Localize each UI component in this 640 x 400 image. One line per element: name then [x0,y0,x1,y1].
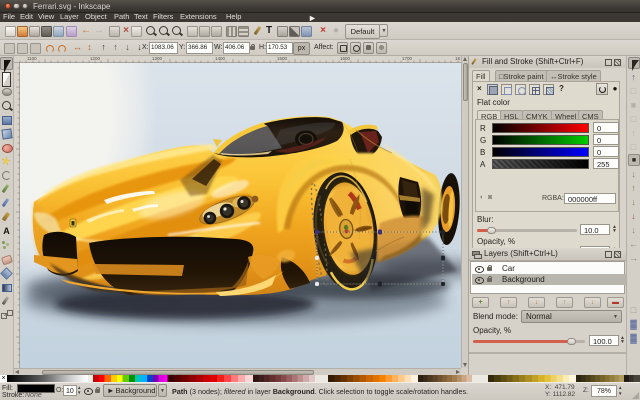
svg-text:18: 18 [455,56,461,61]
svg-text:1300: 1300 [152,56,163,61]
svg-text:1700: 1700 [402,56,413,61]
svg-text:1500: 1500 [277,56,288,61]
svg-text:1200: 1200 [90,56,101,61]
svg-text:1600: 1600 [340,56,351,61]
svg-text:1100: 1100 [27,56,37,61]
svg-text:1400: 1400 [215,56,226,61]
